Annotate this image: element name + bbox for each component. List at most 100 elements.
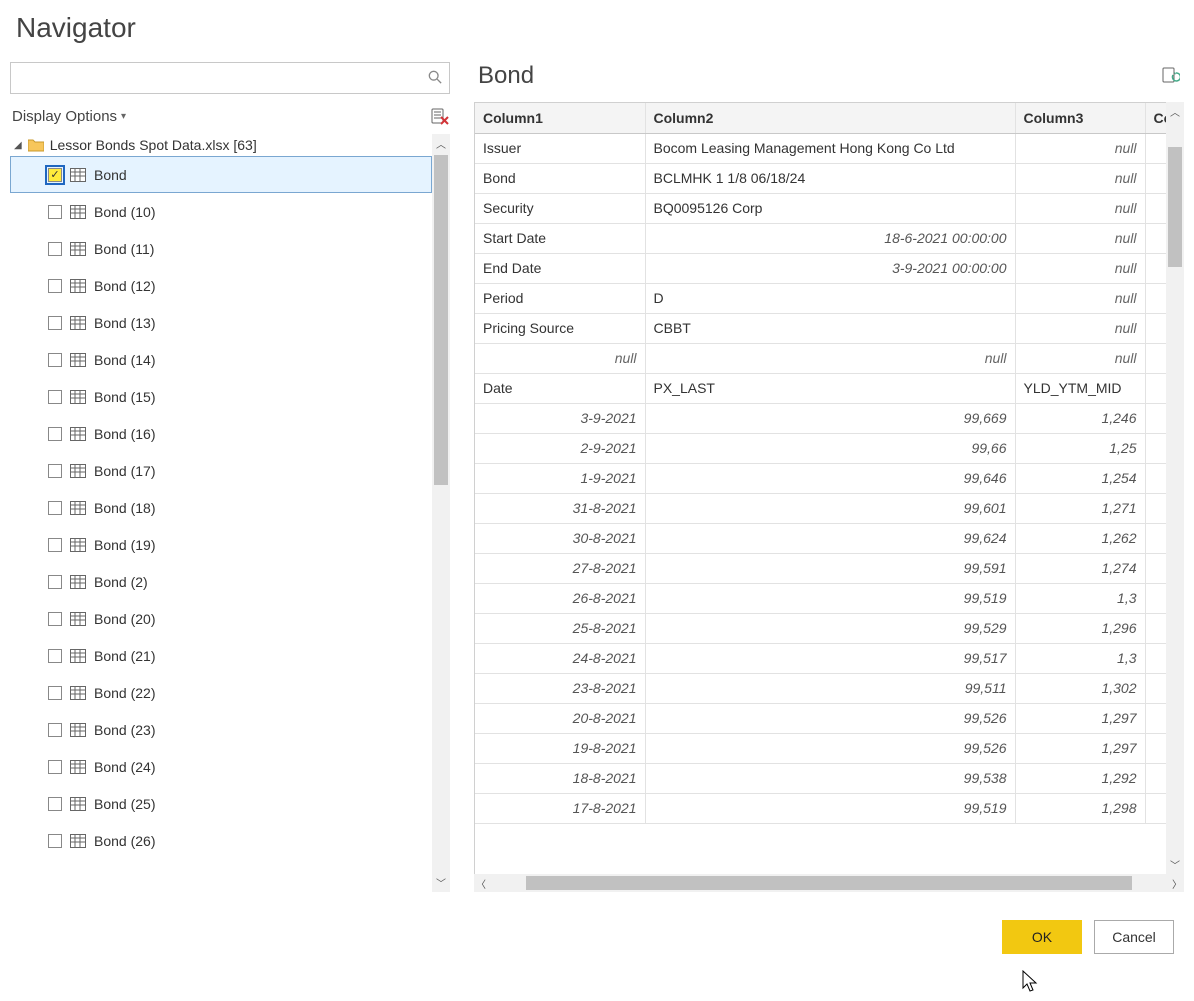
tree-item[interactable]: Bond (25) — [10, 785, 432, 822]
checkbox[interactable] — [48, 834, 62, 848]
ok-button[interactable]: OK — [1002, 920, 1082, 954]
tree-item[interactable]: Bond (11) — [10, 230, 432, 267]
table-cell: 99,538 — [645, 763, 1015, 793]
column-header[interactable]: Column1 — [475, 103, 645, 133]
tree-item[interactable]: Bond (18) — [10, 489, 432, 526]
table-cell: 1,3 — [1015, 583, 1145, 613]
checkbox[interactable] — [48, 686, 62, 700]
tree-item[interactable]: Bond (2) — [10, 563, 432, 600]
scroll-up-icon[interactable]: ︿ — [1170, 104, 1180, 119]
table-row[interactable]: BondBCLMHK 1 1/8 06/18/24null — [475, 163, 1166, 193]
checkbox[interactable] — [48, 242, 62, 256]
navigator-tree[interactable]: ◢ Lessor Bonds Spot Data.xlsx [63] ✓Bond… — [10, 134, 432, 892]
tree-item[interactable]: Bond (17) — [10, 452, 432, 489]
checkbox[interactable] — [48, 649, 62, 663]
tree-item[interactable]: Bond (10) — [10, 193, 432, 230]
checkbox[interactable] — [48, 501, 62, 515]
table-cell: CBBT — [645, 313, 1015, 343]
cancel-button[interactable]: Cancel — [1094, 920, 1174, 954]
refresh-icon[interactable] — [1162, 67, 1180, 85]
table-row[interactable]: DatePX_LASTYLD_YTM_MID — [475, 373, 1166, 403]
scroll-thumb[interactable] — [526, 876, 1132, 890]
scroll-thumb[interactable] — [434, 155, 448, 485]
scroll-left-icon[interactable]: 〈 — [476, 876, 486, 891]
checkbox[interactable] — [48, 427, 62, 441]
checkbox[interactable] — [48, 279, 62, 293]
scroll-thumb[interactable] — [1168, 147, 1182, 267]
tree-item[interactable]: Bond (22) — [10, 674, 432, 711]
table-row[interactable]: nullnullnull — [475, 343, 1166, 373]
search-icon[interactable] — [421, 70, 449, 87]
table-cell: Issuer — [475, 133, 645, 163]
checkbox[interactable] — [48, 316, 62, 330]
table-row[interactable]: Pricing SourceCBBTnull — [475, 313, 1166, 343]
tree-item[interactable]: Bond (26) — [10, 822, 432, 859]
column-header[interactable]: Column3 — [1015, 103, 1145, 133]
tree-item[interactable]: ✓Bond — [10, 156, 432, 193]
tree-item[interactable]: Bond (20) — [10, 600, 432, 637]
tree-item[interactable]: Bond (15) — [10, 378, 432, 415]
checkbox[interactable] — [48, 797, 62, 811]
tree-item[interactable]: Bond (24) — [10, 748, 432, 785]
search-input[interactable] — [11, 70, 421, 86]
table-row[interactable]: 3-9-202199,6691,246 — [475, 403, 1166, 433]
checkbox[interactable] — [48, 205, 62, 219]
table-row[interactable]: 25-8-202199,5291,296 — [475, 613, 1166, 643]
tree-item-label: Bond (12) — [94, 278, 155, 294]
table-row[interactable]: 19-8-202199,5261,297 — [475, 733, 1166, 763]
table-cell: 20-8-2021 — [475, 703, 645, 733]
tree-item[interactable]: Bond (12) — [10, 267, 432, 304]
table-icon — [70, 316, 86, 330]
table-row[interactable]: PeriodDnull — [475, 283, 1166, 313]
tree-item[interactable]: Bond (19) — [10, 526, 432, 563]
scroll-down-icon[interactable]: ﹀ — [436, 875, 446, 890]
scroll-right-icon[interactable]: 〉 — [1172, 876, 1182, 891]
checkbox[interactable] — [48, 464, 62, 478]
table-cell: null — [645, 343, 1015, 373]
tree-item[interactable]: Bond (23) — [10, 711, 432, 748]
table-row[interactable]: 20-8-202199,5261,297 — [475, 703, 1166, 733]
checkbox[interactable] — [48, 575, 62, 589]
grid-horizontal-scrollbar[interactable]: 〈 〉 — [474, 874, 1184, 892]
tree-scrollbar[interactable]: ︿ ﹀ — [432, 134, 450, 892]
table-row[interactable]: 31-8-202199,6011,271 — [475, 493, 1166, 523]
table-row[interactable]: IssuerBocom Leasing Management Hong Kong… — [475, 133, 1166, 163]
tree-item[interactable]: Bond (21) — [10, 637, 432, 674]
scroll-up-icon[interactable]: ︿ — [436, 136, 446, 151]
tree-item[interactable]: Bond (13) — [10, 304, 432, 341]
grid-vertical-scrollbar[interactable]: ︿ ﹀ — [1166, 102, 1184, 874]
table-row[interactable]: 18-8-202199,5381,292 — [475, 763, 1166, 793]
search-box[interactable] — [10, 62, 450, 94]
checkbox[interactable] — [48, 390, 62, 404]
checkbox[interactable] — [48, 723, 62, 737]
table-row[interactable]: End Date3-9-2021 00:00:00null — [475, 253, 1166, 283]
tree-item-label: Bond (24) — [94, 759, 155, 775]
tree-item[interactable]: Bond (14) — [10, 341, 432, 378]
tree-root-node[interactable]: ◢ Lessor Bonds Spot Data.xlsx [63] — [10, 134, 432, 156]
table-row[interactable]: 26-8-202199,5191,3 — [475, 583, 1166, 613]
table-cell: 1,302 — [1015, 673, 1145, 703]
column-header[interactable]: Column4 — [1145, 103, 1166, 133]
preview-grid[interactable]: Column1 Column2 Column3 Column4 IssuerBo… — [474, 102, 1166, 874]
checkbox[interactable] — [48, 760, 62, 774]
tree-item[interactable]: Bond (16) — [10, 415, 432, 452]
table-row[interactable]: 23-8-202199,5111,302 — [475, 673, 1166, 703]
table-row[interactable]: 24-8-202199,5171,3 — [475, 643, 1166, 673]
table-row[interactable]: 27-8-202199,5911,274 — [475, 553, 1166, 583]
display-options-dropdown[interactable]: Display Options ▾ — [12, 108, 126, 125]
checkbox[interactable] — [48, 353, 62, 367]
table-row[interactable]: 2-9-202199,661,25 — [475, 433, 1166, 463]
checkbox[interactable] — [48, 612, 62, 626]
table-row[interactable]: SecurityBQ0095126 Corpnull — [475, 193, 1166, 223]
clear-selection-icon[interactable] — [430, 106, 450, 126]
checkbox[interactable]: ✓ — [48, 168, 62, 182]
table-row[interactable]: 17-8-202199,5191,298 — [475, 793, 1166, 823]
column-header[interactable]: Column2 — [645, 103, 1015, 133]
table-row[interactable]: 1-9-202199,6461,254 — [475, 463, 1166, 493]
checkbox[interactable] — [48, 538, 62, 552]
tree-item-label: Bond (20) — [94, 611, 155, 627]
scroll-down-icon[interactable]: ﹀ — [1170, 857, 1180, 872]
table-row[interactable]: 30-8-202199,6241,262 — [475, 523, 1166, 553]
table-cell: Pricing Source — [475, 313, 645, 343]
table-row[interactable]: Start Date18-6-2021 00:00:00null — [475, 223, 1166, 253]
